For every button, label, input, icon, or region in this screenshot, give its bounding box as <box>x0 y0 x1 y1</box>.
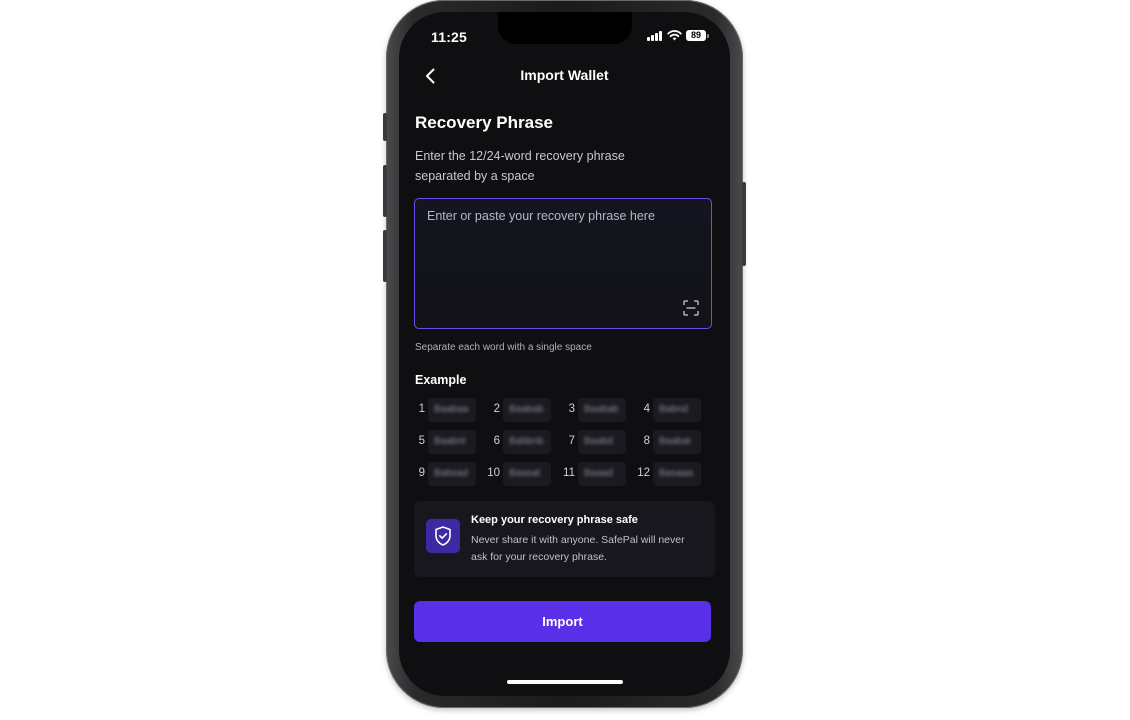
example-word-pill: Babbnb <box>503 430 551 454</box>
example-word-pill: Baabaa <box>428 398 476 422</box>
safety-notice-card: Keep your recovery phrase safe Never sha… <box>414 501 715 577</box>
example-word-blurred: Babbnb <box>509 436 544 447</box>
example-word-number: 7 <box>568 435 575 447</box>
example-word-number: 4 <box>643 403 650 415</box>
example-word-pill: Basaaa <box>653 462 701 486</box>
example-word-pill: Baabab <box>578 398 626 422</box>
example-word-blurred: Baabab <box>509 404 544 415</box>
status-bar: 11:25 89 <box>399 12 730 58</box>
example-word-number: 9 <box>418 467 425 479</box>
power-button <box>742 182 746 266</box>
scan-icon[interactable] <box>683 300 699 316</box>
example-word-blurred: Babnd <box>659 404 688 415</box>
input-hint: Separate each word with a single space <box>415 342 592 353</box>
example-word-number: 5 <box>418 435 425 447</box>
example-word-number: 6 <box>493 435 500 447</box>
battery-icon: 89 <box>686 30 706 41</box>
example-word-pill: Baaad <box>578 462 626 486</box>
example-word-number: 11 <box>563 467 575 479</box>
example-word-blurred: Baabat <box>659 436 691 447</box>
example-word-pill: Baabnt <box>428 430 476 454</box>
example-word-blurred: Babsad <box>434 468 468 479</box>
example-word-number: 2 <box>493 403 500 415</box>
recovery-phrase-input[interactable] <box>427 209 697 289</box>
battery-tip <box>707 34 709 38</box>
mute-switch <box>383 113 387 141</box>
example-word-blurred: Baabnt <box>434 436 466 447</box>
cellular-signal-icon <box>647 31 662 41</box>
section-heading: Recovery Phrase <box>415 113 553 132</box>
shield-check-icon <box>426 519 460 553</box>
example-word-pill: Babsad <box>428 462 476 486</box>
recovery-phrase-field[interactable] <box>414 198 712 329</box>
example-word-pill: Baabab <box>503 398 551 422</box>
example-word-number: 1 <box>418 403 425 415</box>
section-subtitle: Enter the 12/24-word recovery phrase sep… <box>415 149 625 183</box>
example-word-blurred: Baabd <box>584 436 613 447</box>
phone-frame: 11:25 89 Import Wallet Recovery Phrase E… <box>383 0 746 708</box>
home-indicator[interactable] <box>507 680 623 684</box>
example-word-blurred: Baabaa <box>434 404 469 415</box>
volume-down-button <box>383 230 387 282</box>
example-word-blurred: Baasat <box>509 468 541 479</box>
example-word-pill: Babnd <box>653 398 701 422</box>
safety-body: Never share it with anyone. SafePal will… <box>471 534 685 563</box>
status-time: 11:25 <box>431 29 468 45</box>
example-word-number: 12 <box>637 467 650 479</box>
page-title: Import Wallet <box>520 67 609 83</box>
example-word-pill: Baabat <box>653 430 701 454</box>
example-label: Example <box>415 373 467 387</box>
app-screen: 11:25 89 Import Wallet Recovery Phrase E… <box>399 12 730 696</box>
example-word-pill: Baabd <box>578 430 626 454</box>
example-word-number: 3 <box>568 403 575 415</box>
example-word-blurred: Baaad <box>584 468 613 479</box>
volume-up-button <box>383 165 387 217</box>
example-word-blurred: Basaaa <box>659 468 693 479</box>
import-button[interactable]: Import <box>414 601 711 642</box>
example-word-blurred: Baabab <box>584 404 619 415</box>
example-word-number: 10 <box>487 467 500 479</box>
example-word-number: 8 <box>643 435 650 447</box>
safety-title: Keep your recovery phrase safe <box>471 514 638 526</box>
example-word-pill: Baasat <box>503 462 551 486</box>
wifi-icon <box>667 30 682 41</box>
